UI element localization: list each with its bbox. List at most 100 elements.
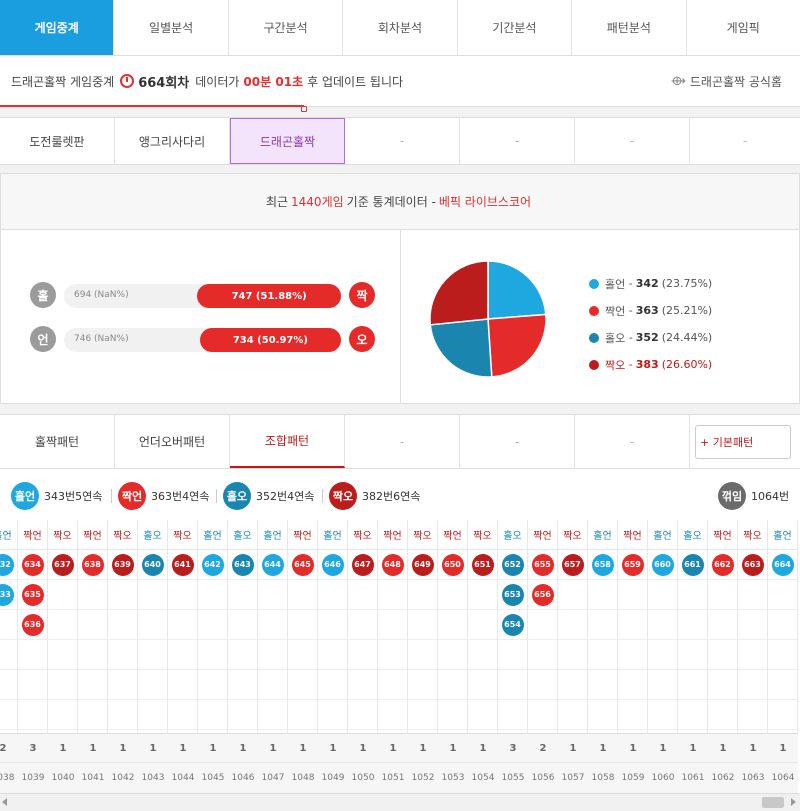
pattern-tab-combo[interactable]: 조합패턴 [230, 415, 345, 468]
streak-count: 1 [738, 733, 768, 763]
tab-section-analysis[interactable]: 구간분석 [229, 0, 344, 55]
pattern-cell [768, 580, 797, 610]
streak-count: 1 [318, 733, 348, 763]
result-ball: 646 [321, 553, 344, 576]
legend-dot-icon [589, 278, 599, 289]
tab-period-analysis[interactable]: 기간분석 [458, 0, 573, 55]
pattern-tab-empty-2: - [460, 415, 575, 468]
result-ball: 634 [21, 553, 44, 576]
result-ball: 636 [21, 613, 44, 636]
result-ball: 652 [501, 553, 524, 576]
pattern-cell [228, 640, 257, 670]
column-type-label: 홀언 [768, 520, 797, 550]
pattern-cell [738, 670, 767, 700]
pattern-cell [0, 640, 17, 670]
scroll-left-icon[interactable] [2, 798, 7, 806]
pattern-cell [648, 610, 677, 640]
main-nav-tabs: 게임중계 일별분석 구간분석 회차분석 기간분석 패턴분석 게임픽 [0, 0, 800, 56]
pattern-cell [108, 580, 137, 610]
pattern-cell [498, 640, 527, 670]
pattern-cell: 650 [438, 550, 467, 580]
game-tab-roulette[interactable]: 도전룰렛판 [0, 118, 115, 164]
pattern-cell [468, 580, 497, 610]
summary-item: 홀오 352번4연속 [223, 482, 314, 510]
scroll-right-icon[interactable] [791, 798, 796, 806]
streak-count: 1 [258, 733, 288, 763]
column-type-label: 홀언 [318, 520, 347, 550]
pattern-cell: 663 [738, 550, 767, 580]
pattern-cell [558, 640, 587, 670]
pattern-cell [138, 670, 167, 700]
official-home-link[interactable]: ⟴ 드래곤홀짝 공식홈 [671, 73, 782, 90]
column-round-number: 1050 [348, 763, 378, 793]
legend-item: 홀언 - 342 (23.75%) [589, 270, 712, 297]
game-tab-dragon-oddeven[interactable]: 드래곤홀짝 [230, 118, 345, 164]
pattern-cell [228, 580, 257, 610]
column-type-label: 짝오 [558, 520, 587, 550]
basic-pattern-button[interactable]: + 기본패턴 [695, 425, 791, 459]
column-round-number: 1039 [18, 763, 48, 793]
scroll-thumb[interactable] [762, 797, 784, 808]
column-round-number: 1042 [108, 763, 138, 793]
result-ball: 651 [471, 553, 494, 576]
horizontal-scrollbar[interactable] [0, 793, 800, 811]
pattern-cell [168, 640, 197, 670]
pattern-tab-underover[interactable]: 언더오버패턴 [115, 415, 230, 468]
break-badge: 꺾임 [718, 482, 746, 510]
tab-round-analysis[interactable]: 회차분석 [343, 0, 458, 55]
game-tab-angry-ladder[interactable]: 앵그리사다리 [115, 118, 230, 164]
pattern-column: 홀오 643 1 1046 [228, 520, 258, 793]
result-ball: 642 [201, 553, 224, 576]
column-type-label: 홀오 [678, 520, 707, 550]
pattern-cell [228, 700, 257, 730]
pattern-cell [648, 640, 677, 670]
pattern-cell [438, 700, 467, 730]
pattern-cell: 642 [198, 550, 227, 580]
summary-item: 홀언 343번5연속 [11, 482, 102, 510]
result-ball: 641 [171, 553, 194, 576]
column-round-number: 1061 [678, 763, 708, 793]
pattern-cell [438, 640, 467, 670]
pattern-cell [18, 700, 47, 730]
pattern-cell [408, 670, 437, 700]
pattern-cell [168, 610, 197, 640]
pattern-column: 짝오 639 1 1042 [108, 520, 138, 793]
result-ball: 655 [531, 553, 554, 576]
pattern-cell [738, 610, 767, 640]
pattern-column: 홀언 642 1 1045 [198, 520, 228, 793]
legend-name: 짝오 [605, 358, 626, 372]
tab-daily-analysis[interactable]: 일별분석 [114, 0, 229, 55]
column-type-label: 짝언 [438, 520, 467, 550]
pattern-cell [468, 610, 497, 640]
tab-pattern-analysis[interactable]: 패턴분석 [572, 0, 687, 55]
summary-text: 363번4연속 [151, 490, 210, 503]
result-ball: 644 [261, 553, 284, 576]
pattern-cell [558, 580, 587, 610]
pattern-cell [618, 580, 647, 610]
pattern-cell [138, 610, 167, 640]
pattern-cell: 639 [108, 550, 137, 580]
pattern-cell [288, 610, 317, 640]
streak-count: 1 [378, 733, 408, 763]
pattern-cell: 653 [498, 580, 527, 610]
tab-game-pick[interactable]: 게임픽 [687, 0, 800, 55]
column-type-label: 짝오 [48, 520, 77, 550]
pattern-cell: 654 [498, 610, 527, 640]
legend-dot-icon [589, 332, 599, 343]
pattern-cell [408, 610, 437, 640]
stats-header: 최근 1440게임 기준 통계데이터 - 베픽 라이브스코어 [1, 174, 799, 230]
tab-live[interactable]: 게임중계 [0, 0, 115, 55]
column-type-label: 홀언 [0, 520, 17, 550]
column-round-number: 1053 [438, 763, 468, 793]
pattern-cell: 645 [288, 550, 317, 580]
break-summary: 꺾임 1064번 [718, 482, 789, 510]
pattern-cell [378, 580, 407, 610]
result-ball: 650 [441, 553, 464, 576]
column-round-number: 1040 [48, 763, 78, 793]
legend-pct: (23.75%) [661, 277, 713, 290]
pattern-cell [468, 700, 497, 730]
pattern-cell: 633 [0, 580, 17, 610]
pattern-tab-oddeven[interactable]: 홀짝패턴 [0, 415, 115, 468]
pattern-cell [768, 670, 797, 700]
pattern-cell [0, 610, 17, 640]
